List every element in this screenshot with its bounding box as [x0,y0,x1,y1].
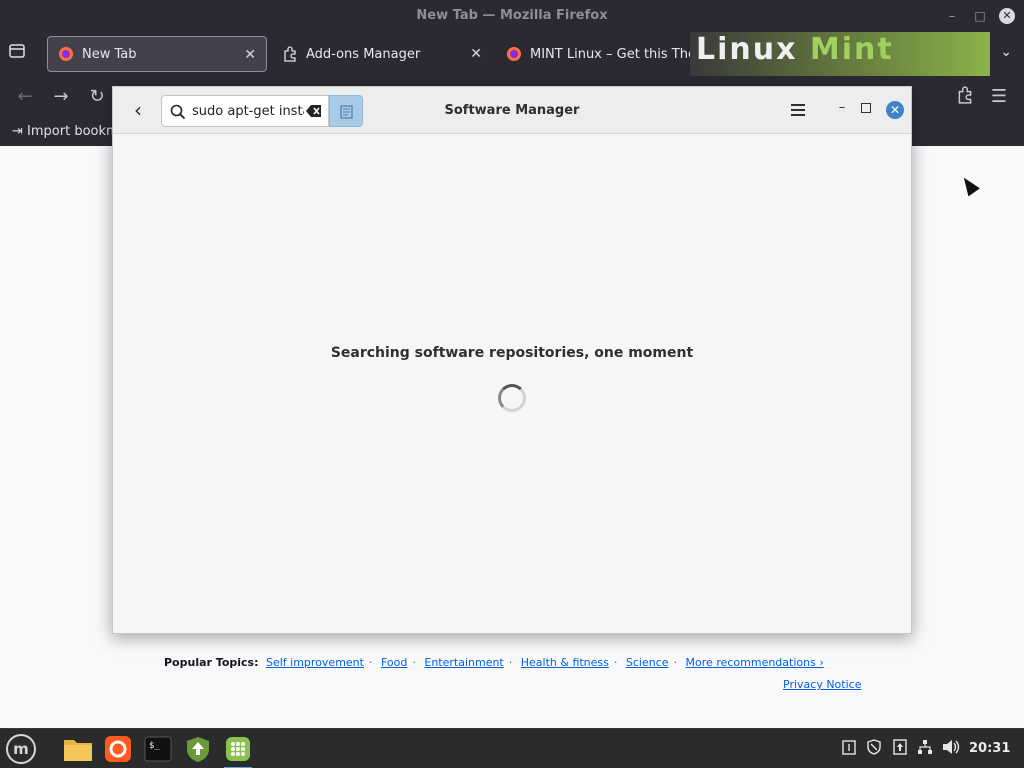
window-close-button[interactable]: ✕ [999,8,1015,24]
window-title: New Tab — Mozilla Firefox [416,8,608,23]
software-manager-header: ‹ sudo apt-get insta Software Manager – … [113,87,911,134]
shield-icon[interactable] [866,739,882,759]
close-button[interactable]: ✕ [886,101,904,119]
topic-link[interactable]: Self improvement [266,656,364,669]
software-manager-icon [226,737,250,761]
import-icon: ⇥ [12,124,23,139]
topic-link[interactable]: Health & fitness [521,656,609,669]
hamburger-menu-icon[interactable]: ☰ [988,86,1010,108]
tab-mint-linux-theme[interactable]: MINT Linux – Get this Them [496,36,716,72]
firefox-icon [105,736,131,762]
firefox-launcher[interactable] [100,731,136,767]
close-icon[interactable]: ✕ [470,46,482,62]
popular-topics-label: Popular Topics: [164,656,259,669]
updates-icon[interactable] [893,739,907,759]
tab-label: Add-ons Manager [306,46,421,62]
forward-arrow-icon[interactable]: → [50,86,72,108]
search-status-text: Searching software repositories, one mom… [330,345,694,361]
puzzle-icon [958,86,972,104]
theme-banner-logo: Linux Mint [696,32,894,67]
firefox-tabbar: New Tab ✕ Add-ons Manager ✕ MINT Linux –… [0,32,1024,76]
taskbar: m $_ 20:31 [0,728,1024,768]
extensions-icon[interactable] [954,86,976,108]
firefox-titlebar: New Tab — Mozilla Firefox – □ ✕ [0,0,1024,32]
topic-link[interactable]: Food [381,656,407,669]
firefox-icon [59,47,73,61]
hamburger-menu-icon[interactable] [789,101,807,119]
tab-addons-manager[interactable]: Add-ons Manager ✕ [272,36,492,72]
privacy-notice-link[interactable]: Privacy Notice [783,678,861,691]
chevron-down-icon[interactable]: ⌄ [1000,44,1012,60]
software-manager-launcher[interactable] [220,731,256,768]
files-launcher[interactable] [60,731,96,767]
svg-text:$_: $_ [149,741,160,751]
reload-icon[interactable]: ↻ [86,86,108,108]
update-manager-icon [187,737,209,762]
notes-icon[interactable] [842,739,856,759]
network-icon[interactable] [917,739,933,759]
loading-spinner-icon [498,384,526,412]
back-arrow-icon[interactable]: ← [14,86,36,108]
firefox-icon [507,47,521,61]
close-icon[interactable]: ✕ [244,47,256,63]
window-maximize-button[interactable]: □ [972,8,988,24]
software-manager-window: ‹ sudo apt-get insta Software Manager – … [112,86,912,634]
terminal-icon: $_ [144,736,172,762]
tab-list-button[interactable] [8,42,32,66]
maximize-button[interactable] [861,103,871,113]
window-minimize-button[interactable]: – [944,8,960,24]
folder-icon [64,740,92,761]
update-manager-launcher[interactable] [180,731,216,767]
tab-list-icon [9,44,25,58]
topic-link[interactable]: Entertainment [424,656,503,669]
import-bookmarks-label: Import bookm [27,124,119,139]
topic-link[interactable]: Science [626,656,669,669]
popular-topics: Popular Topics: Self improvement · Food · … [164,656,824,669]
minimize-button[interactable]: – [835,101,849,115]
volume-icon[interactable] [942,739,960,759]
tab-label: MINT Linux – Get this Them [530,46,709,62]
mint-menu-button[interactable]: m [6,734,36,764]
tab-new-tab[interactable]: New Tab ✕ [47,36,267,72]
tab-label: New Tab [82,46,137,62]
import-bookmarks-button[interactable]: ⇥ Import bookm [12,124,119,139]
theme-banner: Linux Mint [690,32,990,76]
terminal-launcher[interactable]: $_ [140,731,176,767]
more-recommendations-link[interactable]: More recommendations › [686,656,824,669]
puzzle-icon [284,46,296,62]
clock[interactable]: 20:31 [969,741,1010,756]
